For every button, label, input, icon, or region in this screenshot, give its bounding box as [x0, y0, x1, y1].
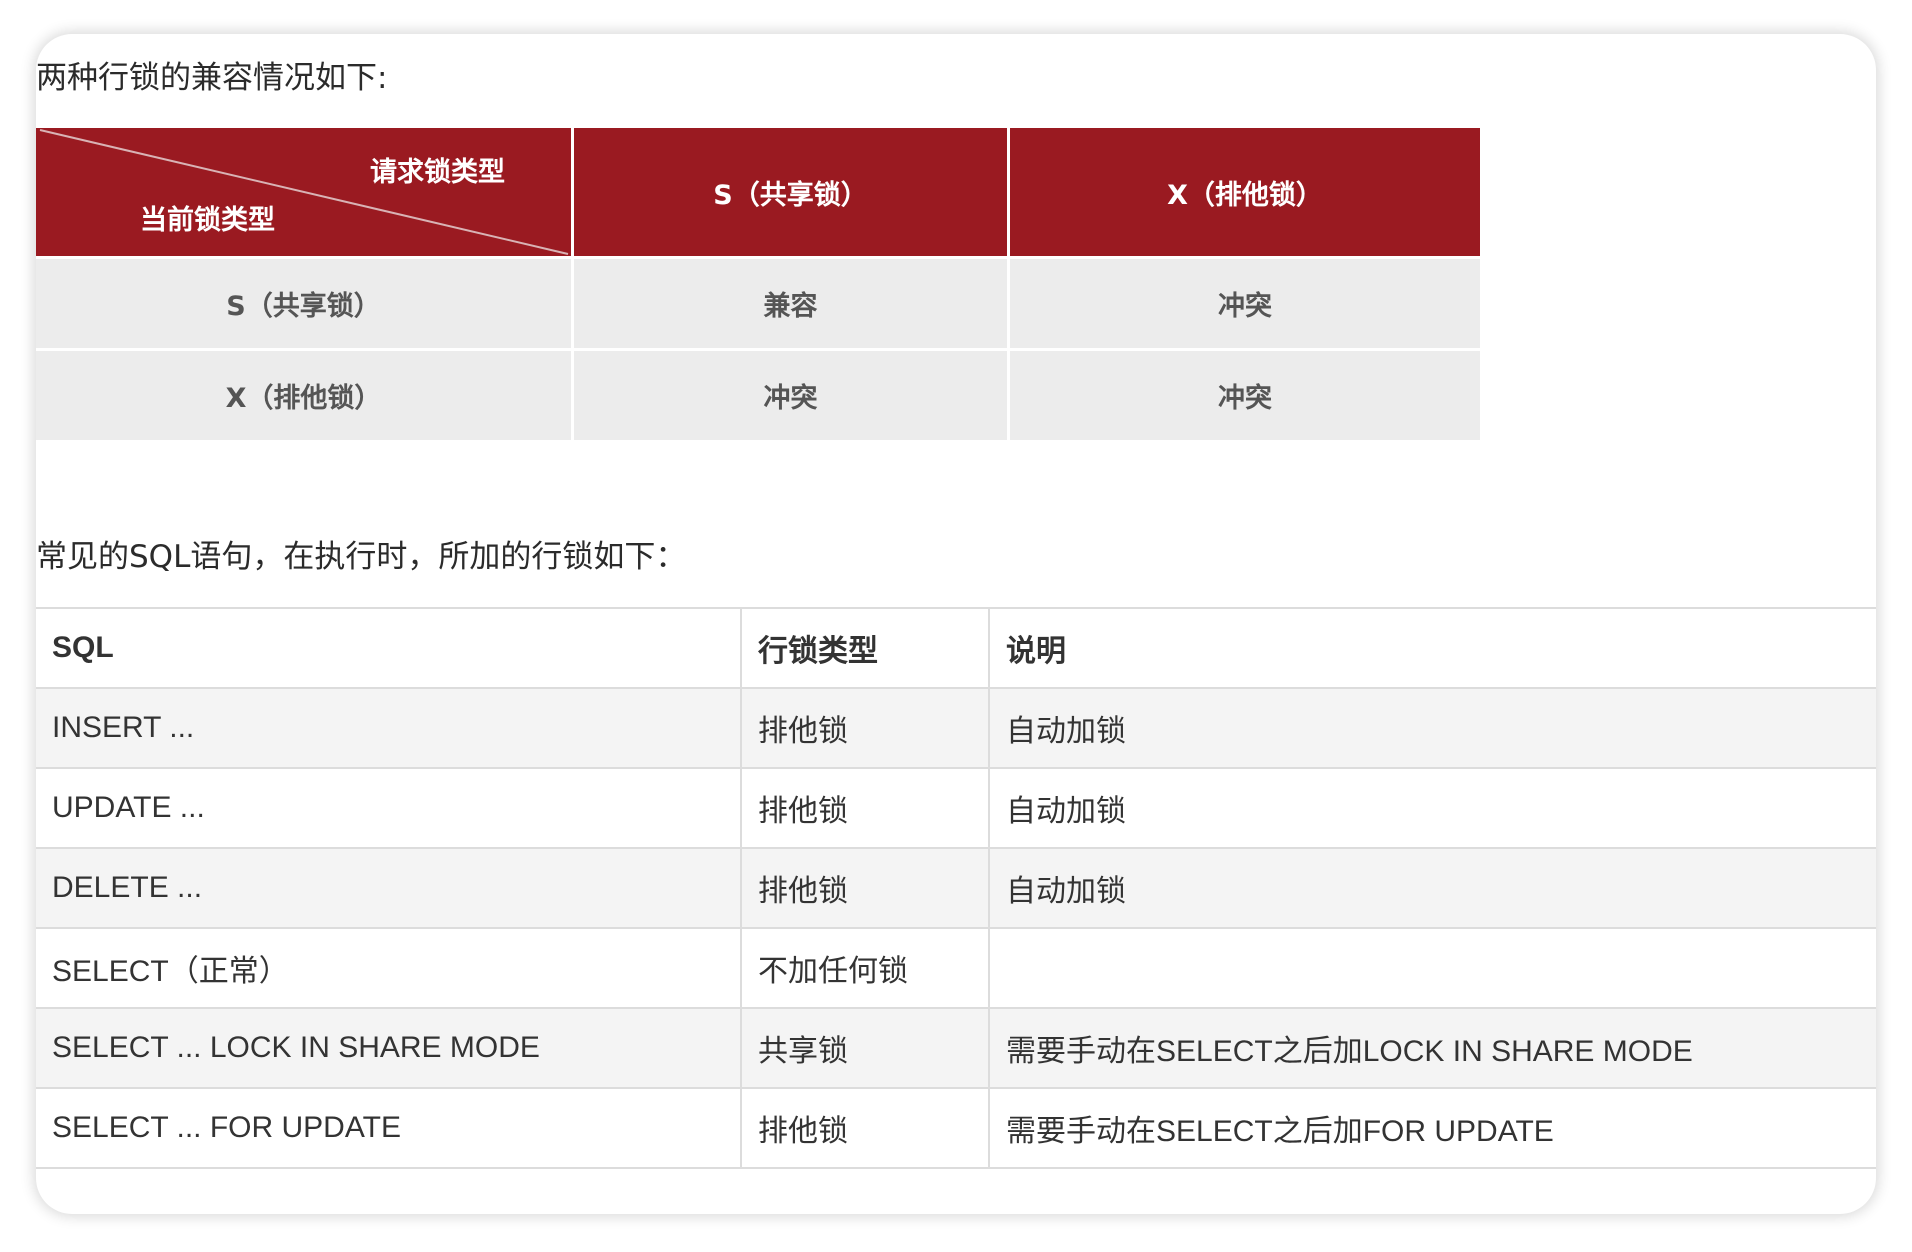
column-header-lock-type: 行锁类型	[740, 607, 990, 689]
lock-type-cell: 不加任何锁	[740, 927, 990, 1009]
sql-cell: DELETE ...	[36, 847, 742, 929]
sql-cell: UPDATE ...	[36, 767, 742, 849]
content-card: 两种行锁的兼容情况如下: 请求锁类型 当前锁类型 S（共享锁） X（排他锁） S…	[36, 34, 1876, 1214]
lock-type-cell: 排他锁	[740, 767, 990, 849]
sql-cell: INSERT ...	[36, 687, 742, 769]
table-row: SELECT（正常） 不加任何锁	[36, 927, 1876, 1009]
sql-intro-paragraph: 常见的SQL语句，在执行时，所加的行锁如下：	[36, 539, 687, 575]
description-cell: 自动加锁	[988, 687, 1876, 769]
description-cell: 需要手动在SELECT之后加FOR UPDATE	[988, 1087, 1876, 1169]
table-row: UPDATE ... 排他锁 自动加锁	[36, 767, 1876, 849]
corner-label-requested: 请求锁类型	[370, 157, 505, 188]
matrix-corner-cell: 请求锁类型 当前锁类型	[36, 128, 574, 256]
lock-type-cell: 排他锁	[740, 687, 990, 769]
matrix-cell: 冲突	[1010, 256, 1480, 348]
column-header-description: 说明	[988, 607, 1876, 689]
description-cell: 自动加锁	[988, 767, 1876, 849]
matrix-row-shared: S（共享锁） 兼容 冲突	[36, 256, 1480, 348]
sql-cell: SELECT（正常）	[36, 927, 742, 1009]
description-cell	[988, 927, 1876, 1009]
sql-row-lock-table: SQL 行锁类型 说明 INSERT ... 排他锁 自动加锁 UPDATE .…	[36, 607, 1876, 1169]
table-row: SELECT ... FOR UPDATE 排他锁 需要手动在SELECT之后加…	[36, 1087, 1876, 1169]
lock-compatibility-matrix: 请求锁类型 当前锁类型 S（共享锁） X（排他锁） S（共享锁） 兼容 冲突 X…	[36, 128, 1480, 440]
sql-cell: SELECT ... LOCK IN SHARE MODE	[36, 1007, 742, 1089]
description-cell: 需要手动在SELECT之后加LOCK IN SHARE MODE	[988, 1007, 1876, 1089]
table-row: SELECT ... LOCK IN SHARE MODE 共享锁 需要手动在S…	[36, 1007, 1876, 1089]
table-row: DELETE ... 排他锁 自动加锁	[36, 847, 1876, 929]
matrix-cell: 冲突	[574, 348, 1010, 440]
description-cell: 自动加锁	[988, 847, 1876, 929]
lock-type-cell: 共享锁	[740, 1007, 990, 1089]
matrix-row-label: S（共享锁）	[36, 256, 574, 348]
table-row: INSERT ... 排他锁 自动加锁	[36, 687, 1876, 769]
matrix-col-header-exclusive: X（排他锁）	[1010, 128, 1480, 256]
matrix-row-exclusive: X（排他锁） 冲突 冲突	[36, 348, 1480, 440]
matrix-cell: 兼容	[574, 256, 1010, 348]
lock-type-cell: 排他锁	[740, 1087, 990, 1169]
matrix-row-label: X（排他锁）	[36, 348, 574, 440]
corner-label-current: 当前锁类型	[140, 205, 275, 236]
matrix-cell: 冲突	[1010, 348, 1480, 440]
matrix-col-header-shared: S（共享锁）	[574, 128, 1010, 256]
column-header-sql: SQL	[36, 607, 742, 689]
lock-type-cell: 排他锁	[740, 847, 990, 929]
matrix-header-row: 请求锁类型 当前锁类型 S（共享锁） X（排他锁）	[36, 128, 1480, 256]
diagonal-divider	[39, 129, 569, 255]
intro-paragraph: 两种行锁的兼容情况如下:	[36, 60, 388, 96]
sql-cell: SELECT ... FOR UPDATE	[36, 1087, 742, 1169]
table-header-row: SQL 行锁类型 说明	[36, 607, 1876, 689]
